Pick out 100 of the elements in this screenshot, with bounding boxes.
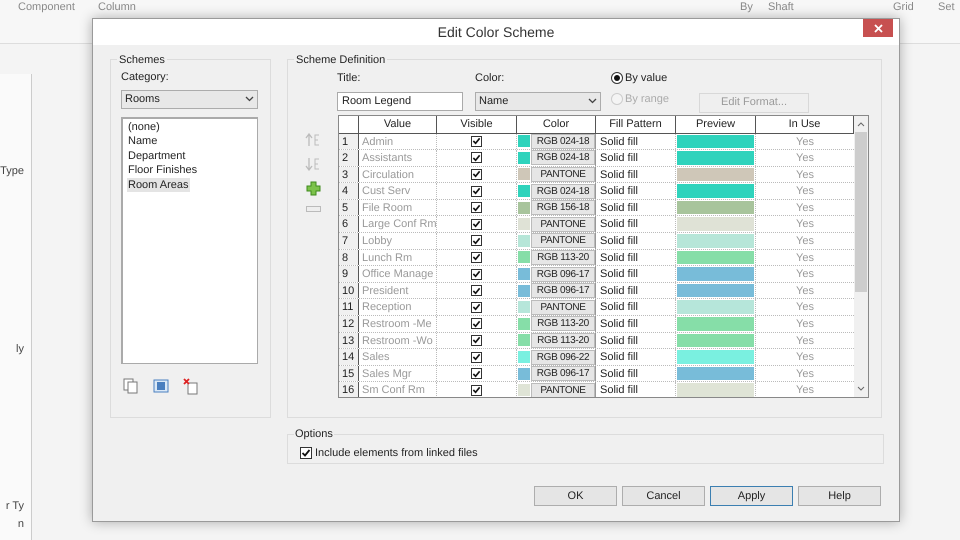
table-cell: Solid fill [596, 349, 676, 365]
table-cell: Admin [359, 134, 437, 150]
row-number: 10 [339, 282, 359, 298]
dialog-button[interactable]: Cancel [622, 486, 705, 506]
row-number: 1 [339, 134, 359, 150]
checkbox[interactable] [471, 186, 482, 197]
table-cell: File Room [359, 200, 437, 216]
color-button[interactable]: RGB 156-18 [531, 200, 595, 216]
table-cell: Solid fill [596, 266, 676, 282]
checkbox[interactable] [471, 136, 482, 147]
table-cell: Restroom -Wo [359, 332, 437, 348]
checkbox[interactable] [471, 334, 482, 346]
scheme-item[interactable]: Name [127, 134, 158, 148]
color-button[interactable]: PANTONE [531, 216, 595, 232]
table-cell: Solid fill [596, 166, 676, 182]
table-cell-text: Yes [795, 151, 815, 166]
table-cell: Sales Mgr [359, 366, 437, 382]
row-number: 7 [339, 233, 359, 249]
table-cell: Sm Conf Rm [359, 382, 437, 396]
checkbox[interactable] [471, 318, 482, 330]
checkbox[interactable] [471, 352, 482, 363]
table-cell-text: Yes [795, 134, 815, 150]
table-cell-text: Yes [795, 383, 815, 396]
column-header[interactable]: Visible [437, 116, 517, 134]
table-cell-text: Yes [795, 350, 815, 365]
add-icon[interactable] [306, 180, 320, 196]
table-cell-text: Yes [795, 267, 815, 282]
color-button[interactable]: RGB 096-22 [531, 350, 595, 365]
row-number: 9 [339, 266, 359, 282]
color-button[interactable]: RGB 024-18 [531, 134, 595, 149]
row-number: 2 [339, 150, 359, 166]
checkbox[interactable] [471, 235, 482, 246]
duplicate-icon[interactable] [123, 378, 139, 394]
color-button[interactable]: RGB 096-17 [531, 266, 595, 282]
scroll-thumb[interactable] [855, 132, 867, 292]
checkbox[interactable] [471, 168, 482, 180]
panel-text: r Ty [4, 499, 24, 514]
table-cell-text: Yes [795, 234, 815, 249]
color-button[interactable]: RGB 024-18 [531, 184, 595, 199]
table-cell: Solid fill [596, 316, 676, 332]
checkbox[interactable] [471, 218, 482, 230]
table-cell-text: Yes [795, 284, 815, 298]
color-button[interactable]: PANTONE [531, 382, 595, 396]
column-header[interactable]: Preview [676, 116, 756, 134]
scheme-item[interactable]: (none) [127, 120, 161, 134]
color-button[interactable]: PANTONE [531, 166, 595, 182]
color-button[interactable]: RGB 096-17 [531, 283, 595, 298]
panel-text: n [16, 517, 24, 532]
row-number: 14 [339, 349, 359, 365]
dialog-button[interactable]: OK [534, 486, 617, 506]
color-dropdown[interactable]: Name [475, 92, 601, 110]
scheme-item[interactable]: Department [127, 148, 186, 163]
table-cell: Large Conf Rm [359, 216, 437, 232]
row-number: 4 [339, 183, 359, 199]
group-heading: Options [294, 426, 334, 442]
table-cell-text: Yes [795, 168, 815, 182]
table-cell: Office Manage [359, 266, 437, 282]
checkbox[interactable] [471, 384, 482, 396]
row-number: 13 [339, 332, 359, 348]
table-cell: Sales [359, 349, 437, 365]
close-button[interactable] [863, 19, 893, 37]
row-number: 8 [339, 250, 359, 266]
radio-button[interactable] [611, 72, 623, 84]
scheme-item[interactable]: Room Areas [127, 178, 190, 192]
dialog-button[interactable]: Help [798, 486, 881, 506]
table-cell: Solid fill [596, 299, 676, 316]
checkbox-label: Include elements from linked files [315, 446, 478, 461]
table-cell: Circulation [359, 166, 437, 182]
dialog-button[interactable]: Apply [710, 486, 793, 506]
column-header[interactable]: Fill Pattern [596, 116, 676, 134]
table-cell: Solid fill [596, 366, 676, 382]
color-button[interactable]: RGB 113-20 [531, 250, 595, 265]
scrollbar[interactable] [854, 116, 868, 396]
checkbox[interactable] [300, 447, 312, 460]
panel-text: ly [15, 342, 24, 357]
checkbox[interactable] [471, 252, 482, 263]
category-dropdown[interactable]: Rooms [121, 90, 258, 108]
color-label: Color: [475, 71, 506, 86]
checkbox[interactable] [471, 268, 482, 280]
table-cell: Solid fill [596, 134, 676, 150]
color-button[interactable]: PANTONE [531, 233, 595, 248]
column-header[interactable]: Value [359, 116, 437, 134]
checkbox[interactable] [471, 152, 482, 164]
color-button[interactable]: RGB 113-20 [531, 316, 595, 332]
color-button[interactable]: RGB 113-20 [531, 332, 595, 348]
panel-text: Type [0, 164, 24, 179]
checkbox[interactable] [471, 302, 482, 313]
checkbox[interactable] [471, 285, 482, 296]
title-field[interactable]: Room Legend [337, 92, 463, 110]
checkbox[interactable] [471, 368, 482, 380]
checkbox[interactable] [471, 202, 482, 214]
color-button[interactable]: PANTONE [531, 300, 595, 315]
scheme-item[interactable]: Floor Finishes [127, 163, 198, 178]
table-cell-text: Yes [795, 250, 815, 266]
color-button[interactable]: RGB 096-17 [531, 366, 595, 382]
table-cell-text: Yes [795, 300, 815, 316]
table-cell-text: Yes [795, 317, 815, 332]
color-button[interactable]: RGB 024-18 [531, 150, 595, 166]
delete-icon[interactable] [183, 378, 199, 394]
table-cell-text: Yes [795, 200, 815, 216]
